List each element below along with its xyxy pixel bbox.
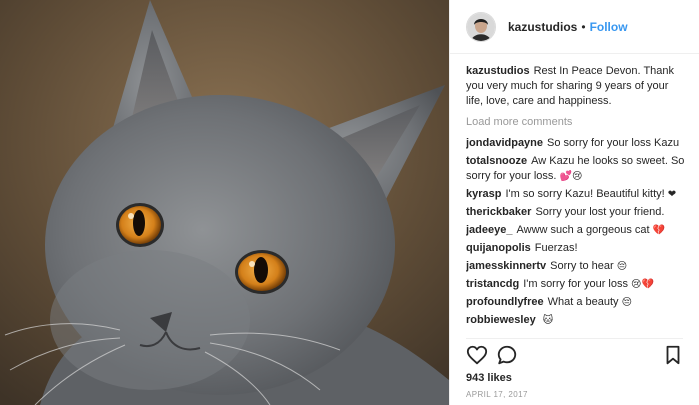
comment-emoji: 💔 — [652, 225, 666, 236]
comment-text: Sorry to hear — [550, 260, 614, 272]
post-viewer: kazustudios • Follow kazustudios Rest In … — [0, 0, 699, 405]
comment-item: robbiewesley 🐱 — [466, 313, 688, 328]
post-actions — [466, 344, 684, 366]
caption: kazustudios Rest In Peace Devon. Thank yo… — [466, 64, 688, 109]
comment-username[interactable]: robbiewesley — [466, 314, 536, 326]
avatar-image — [467, 12, 495, 41]
comment-text: Fuerzas! — [534, 242, 578, 254]
comment-item: therickbaker Sorry your lost your friend. — [466, 205, 688, 220]
follow-button[interactable]: Follow — [590, 20, 628, 34]
comment-item: jadeeye_ Awww such a gorgeous cat 💔 — [466, 223, 688, 238]
comment-emoji: 🐱 — [542, 315, 554, 326]
comment-username[interactable]: jondavidpayne — [466, 137, 543, 149]
post-header: kazustudios • Follow — [450, 0, 699, 54]
comment-emoji: 💕😢 — [559, 171, 583, 182]
comment-username[interactable]: totalsnooze — [466, 155, 527, 167]
comment-text: Sorry your lost your friend. — [535, 206, 665, 218]
cat-photo — [0, 0, 449, 405]
comment-text: Awww such a gorgeous cat — [516, 224, 650, 236]
comment-item: tristancdg I'm sorry for your loss 😢💔 — [466, 277, 688, 292]
comment-username[interactable]: therickbaker — [466, 206, 531, 218]
comment-item: jamesskinnertv Sorry to hear 😔 — [466, 259, 688, 274]
comment-username[interactable]: jamesskinnertv — [466, 260, 546, 272]
comment-emoji: 😔 — [621, 297, 633, 308]
header-username[interactable]: kazustudios — [508, 20, 577, 34]
comment-text: I'm so sorry Kazu! Beautiful kitty! — [505, 188, 665, 200]
comment-username[interactable]: jadeeye_ — [466, 224, 512, 236]
comment-emoji: 😔 — [616, 261, 628, 272]
comment-username[interactable]: profoundlyfree — [466, 296, 544, 308]
likes-count[interactable]: 943 likes — [466, 372, 512, 384]
header-separator: • — [581, 19, 586, 34]
heart-icon[interactable] — [466, 344, 488, 366]
comment-item: profoundlyfree What a beauty 😔 — [466, 295, 688, 310]
cat-left-eye — [116, 203, 164, 247]
comment-username[interactable]: tristancdg — [466, 278, 519, 290]
comments-list[interactable]: kazustudios Rest In Peace Devon. Thank yo… — [466, 64, 688, 340]
post-sidebar: kazustudios • Follow kazustudios Rest In … — [449, 0, 699, 405]
comment-item: quijanopolis Fuerzas! — [466, 241, 688, 256]
comment-username[interactable]: kyrasp — [466, 188, 501, 200]
comment-item: kyrasp I'm so sorry Kazu! Beautiful kitty… — [466, 187, 688, 202]
comment-username[interactable]: quijanopolis — [466, 242, 531, 254]
comment-emoji: 😢💔 — [631, 279, 654, 290]
comment-text: I'm sorry for your loss — [523, 278, 628, 290]
comment-emoji: ❤ — [667, 189, 677, 200]
comment-bubble-icon[interactable] — [496, 344, 518, 366]
bookmark-icon[interactable] — [662, 344, 684, 366]
comment-text: What a beauty — [547, 296, 619, 308]
comment-text: So sorry for your loss Kazu — [547, 137, 680, 149]
comment-item: jondavidpayne So sorry for your loss Kazu — [466, 136, 688, 151]
load-more-comments-button[interactable]: Load more comments — [466, 115, 688, 130]
caption-username[interactable]: kazustudios — [466, 65, 530, 77]
post-photo[interactable] — [0, 0, 449, 405]
actions-divider — [466, 338, 683, 339]
comment-item: totalsnooze Aw Kazu he looks so sweet. So… — [466, 154, 688, 184]
avatar[interactable] — [466, 11, 496, 42]
cat-right-eye — [235, 250, 289, 294]
post-date: APRIL 17, 2017 — [466, 390, 528, 399]
